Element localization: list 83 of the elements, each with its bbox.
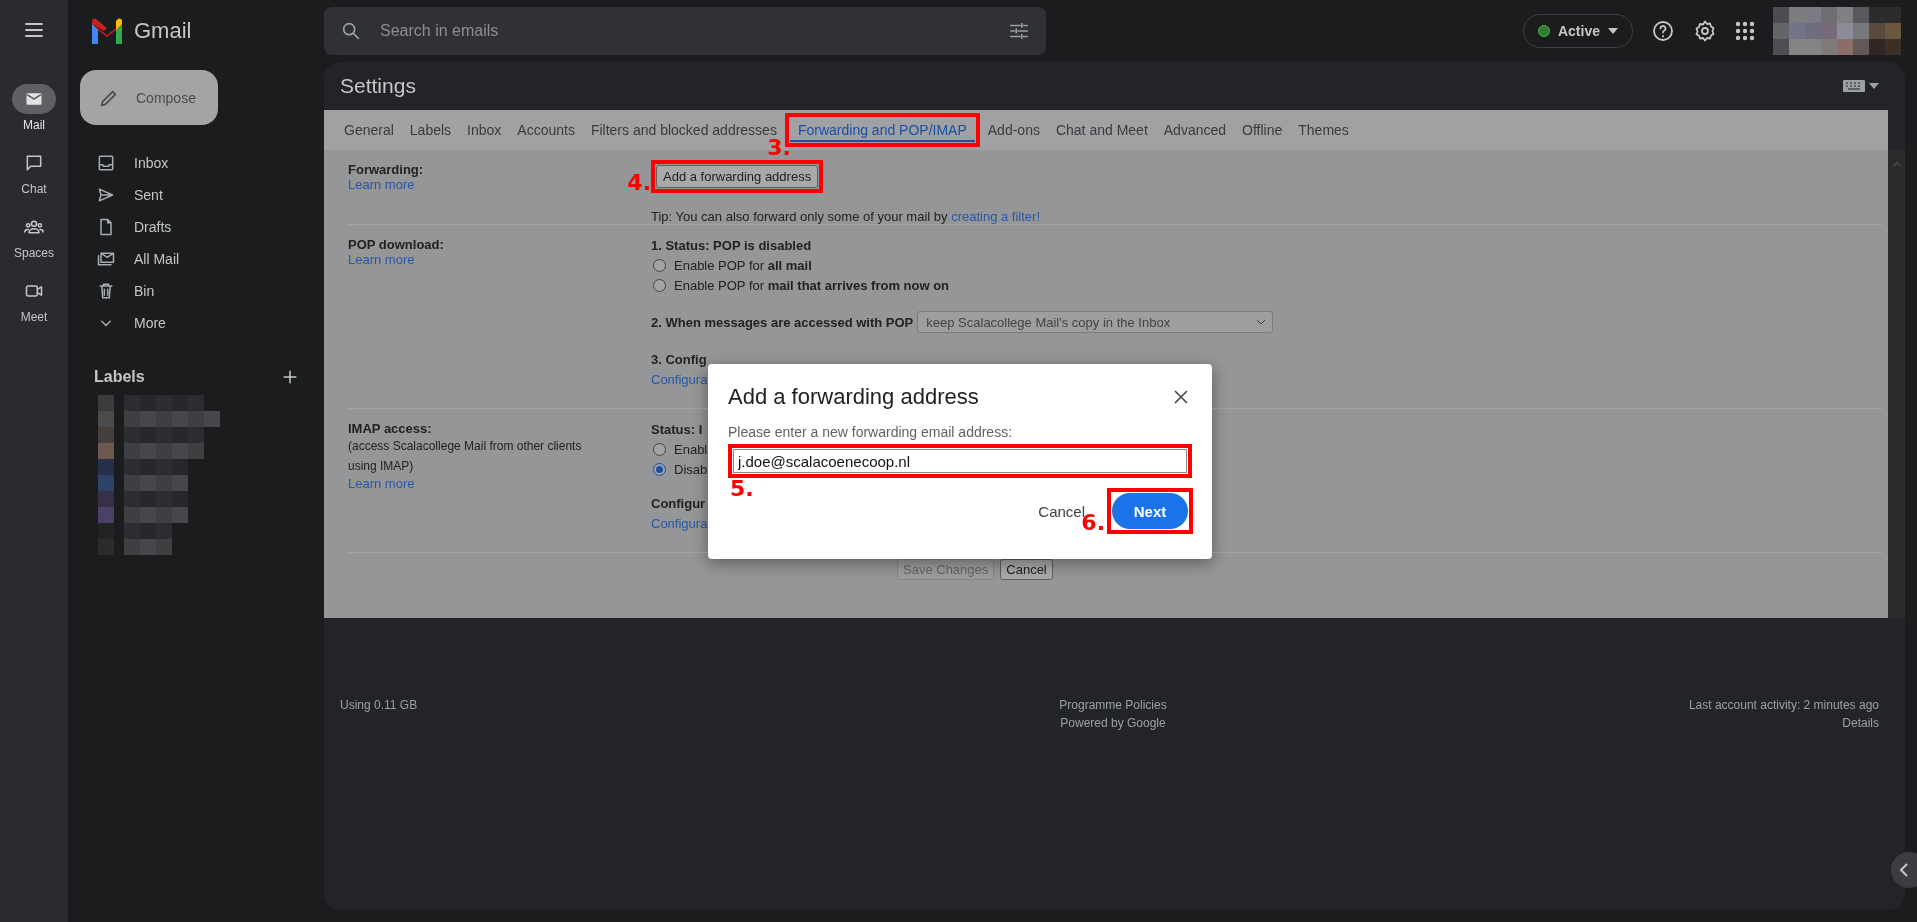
apps-grid-icon[interactable]	[1735, 21, 1755, 41]
rail-item[interactable]: Spaces	[12, 212, 56, 276]
radio-label: Enable POP for all mail	[674, 257, 812, 273]
radio-label: Enable POP for mail that arrives from now on	[674, 277, 950, 293]
storage-text: Using 0.11 GB	[340, 698, 418, 712]
radio-button[interactable]	[653, 442, 666, 456]
create-filter-link[interactable]: creating a filter!	[951, 209, 1040, 224]
side-panel-toggle[interactable]	[1891, 852, 1917, 888]
search-field[interactable]: Search in emails	[378, 21, 992, 41]
radio-label: Disab	[674, 461, 708, 477]
step-number: 3.	[767, 137, 791, 159]
field-label: Please enter a new forwarding email address:	[728, 424, 1014, 440]
configure-link[interactable]: Configura	[651, 371, 708, 387]
help-icon	[1651, 19, 1675, 43]
details-link[interactable]: Details	[1842, 716, 1879, 730]
settings-tab[interactable]: Advanced	[1155, 118, 1235, 142]
radio-button[interactable]	[653, 462, 666, 476]
radio-button[interactable]	[653, 258, 666, 272]
rail-item[interactable]: Mail	[12, 84, 56, 148]
cancel-button[interactable]: Cancel	[1000, 559, 1053, 580]
tip-text: Tip: You can also forward only some of your mail by creating a filter!	[651, 209, 1041, 224]
settings-tab[interactable]: Inbox	[459, 118, 510, 142]
add-forwarding-button[interactable]: Add a forwarding address	[656, 165, 819, 188]
gmail-logo-icon	[90, 18, 124, 44]
app-name: Gmail	[134, 18, 192, 44]
section-label: Forwarding:	[348, 162, 425, 177]
status-text: Status: I	[651, 421, 703, 437]
nav-item[interactable]: More	[68, 307, 308, 339]
policies-link[interactable]: Programme Policies	[1059, 698, 1167, 712]
chevron-down-icon	[1256, 319, 1267, 325]
compose-button[interactable]: Compose	[80, 70, 218, 125]
inbox-icon	[96, 153, 116, 173]
dropdown[interactable]: keep Scalacollege Mail's copy in the Inbox	[917, 311, 1274, 333]
settings-tab[interactable]: Themes	[1290, 118, 1357, 142]
status-text: 1. Status: POP is disabled	[651, 237, 812, 253]
settings-tab[interactable]: Labels	[401, 118, 460, 142]
nav-item[interactable]: Inbox	[68, 147, 308, 179]
settings-tab[interactable]: Add-ons	[979, 118, 1048, 142]
people-icon	[24, 217, 44, 237]
step-number: 5.	[730, 478, 754, 500]
chat-icon	[24, 153, 44, 173]
settings-tab[interactable]: Chat and Meet	[1047, 118, 1156, 142]
settings-tab[interactable]: Forwarding and POP/IMAP	[789, 118, 975, 142]
option-label: 2. When messages are accessed with POP	[651, 314, 914, 330]
nav-item[interactable]: All Mail	[68, 243, 308, 275]
next-button[interactable]: Next	[1112, 493, 1188, 529]
section-label: POP download:	[348, 237, 445, 252]
send-icon	[96, 185, 116, 205]
page-title: Settings	[340, 74, 416, 98]
filter-sliders-icon	[1008, 20, 1030, 42]
search-icon	[340, 20, 362, 42]
nav-item[interactable]: Drafts	[68, 211, 308, 243]
status-dropdown[interactable]: Active	[1522, 14, 1633, 48]
keyboard-icon[interactable]	[1843, 80, 1879, 92]
search-bar[interactable]: Search in emails	[324, 7, 1046, 55]
powered-by-text: Powered by Google	[1060, 716, 1166, 730]
section-label: IMAP access:	[348, 421, 433, 436]
email-input-field[interactable]: j.doe@scalacoenecoop.nl	[733, 449, 1187, 473]
configure-link[interactable]: Configura	[651, 515, 708, 531]
option-label: 3. Config	[651, 351, 707, 367]
caret-icon	[1608, 28, 1618, 34]
stacked-mail-icon	[96, 249, 116, 269]
dialog-title: Add a forwarding address	[728, 384, 979, 410]
learn-more-link[interactable]: Learn more	[348, 476, 415, 491]
option-label: Configur	[651, 495, 706, 511]
chevron-left-icon	[1899, 863, 1909, 877]
activity-text: Last account activity: 2 minutes ago	[1688, 698, 1879, 712]
settings-tab[interactable]: Offline	[1234, 118, 1291, 142]
radio-button[interactable]	[653, 278, 666, 292]
step-number: 6.	[1081, 512, 1105, 534]
learn-more-link[interactable]: Learn more	[348, 177, 415, 192]
settings-tab[interactable]: Accounts	[509, 118, 583, 142]
settings-icon	[1693, 19, 1717, 43]
labels-heading: Labels	[94, 368, 145, 386]
radio-label: Enabl	[674, 441, 708, 457]
nav-item[interactable]: Bin	[68, 275, 308, 307]
rail-item[interactable]: Chat	[12, 148, 56, 212]
learn-more-link[interactable]: Learn more	[348, 252, 415, 267]
nav-item[interactable]: Sent	[68, 179, 308, 211]
settings-tab[interactable]: General	[336, 118, 402, 142]
rail-item[interactable]: Meet	[12, 276, 56, 340]
step-number: 4.	[627, 172, 651, 194]
section-note: (access Scalacollege Mail from other clients using IMAP)	[348, 438, 583, 475]
